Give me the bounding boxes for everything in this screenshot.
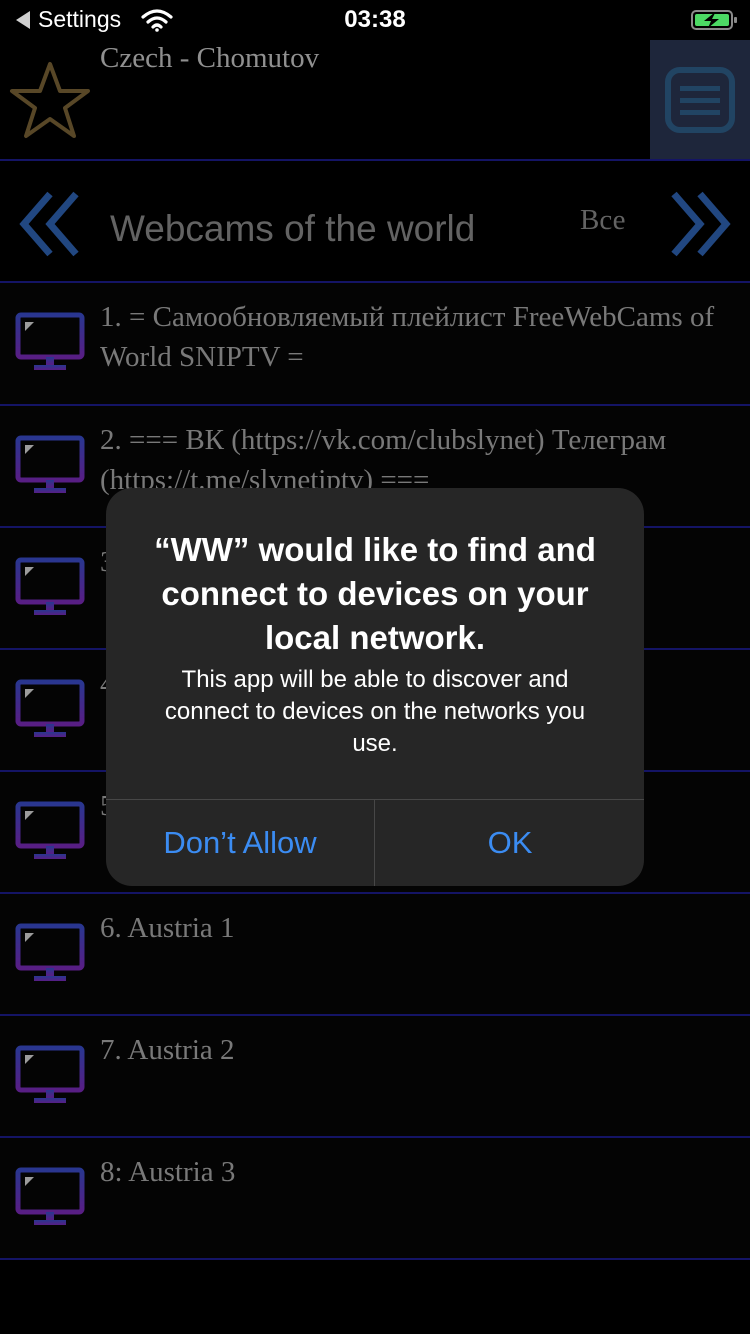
alert-divider [374,800,375,886]
status-time: 03:38 [344,6,406,33]
permission-alert: “WW” would like to find and connect to d… [106,488,644,886]
status-bar: Settings 03:38 [0,0,750,40]
ok-button[interactable]: OK [376,800,644,886]
dont-allow-button[interactable]: Don’t Allow [106,800,374,886]
alert-message: This app will be able to discover and co… [164,666,586,757]
battery-charging-icon [691,10,737,30]
alert-title: “WW” would like to find and connect to d… [154,531,596,656]
